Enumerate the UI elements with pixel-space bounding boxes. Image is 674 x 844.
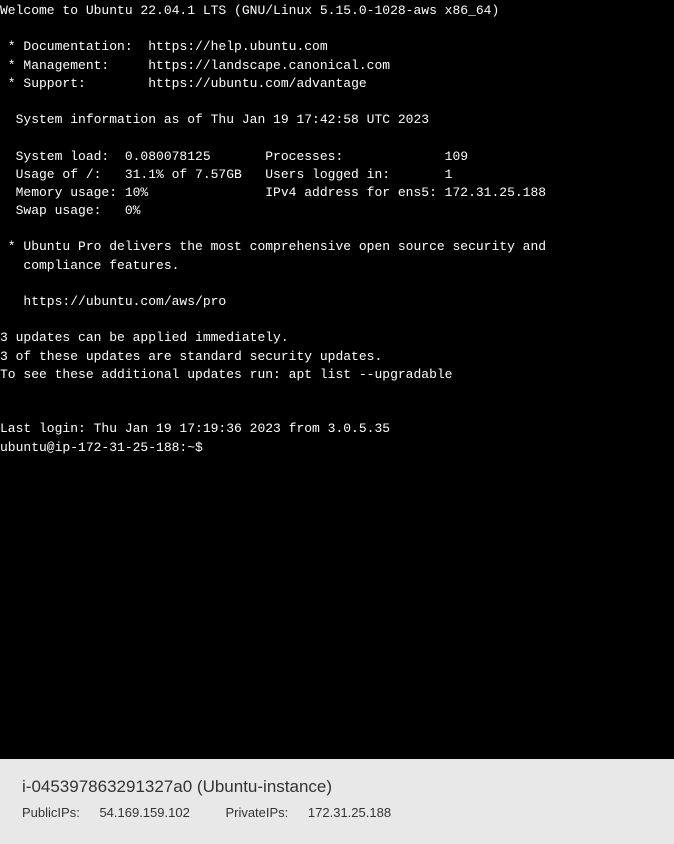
support-link: https://ubuntu.com/advantage xyxy=(148,76,366,91)
updates-2: 3 of these updates are standard security… xyxy=(0,349,382,364)
updates-1: 3 updates can be applied immediately. xyxy=(0,330,289,345)
instance-name: (Ubuntu-instance) xyxy=(197,777,332,796)
last-login: Last login: Thu Jan 19 17:19:36 2023 fro… xyxy=(0,421,390,436)
doc-link: https://help.ubuntu.com xyxy=(148,39,327,54)
pro-url: https://ubuntu.com/aws/pro xyxy=(0,294,226,309)
stat-row-2: Usage of /: 31.1% of 7.57GB Users logged… xyxy=(0,167,452,182)
instance-ips: PublicIPs: 54.169.159.102 PrivateIPs: 17… xyxy=(22,805,652,820)
instance-id: i-045397863291327a0 xyxy=(22,777,192,796)
sysinfo-header: System information as of Thu Jan 19 17:4… xyxy=(0,112,429,127)
mgmt-link: https://landscape.canonical.com xyxy=(148,58,390,73)
pro-msg-2: compliance features. xyxy=(0,258,179,273)
instance-footer: i-045397863291327a0 (Ubuntu-instance) Pu… xyxy=(0,759,674,844)
private-ip-value: 172.31.25.188 xyxy=(308,805,391,820)
shell-prompt[interactable]: ubuntu@ip-172-31-25-188:~$ xyxy=(0,440,211,455)
pro-msg-1: * Ubuntu Pro delivers the most comprehen… xyxy=(0,239,546,254)
doc-label: * Documentation: xyxy=(0,39,148,54)
updates-3: To see these additional updates run: apt… xyxy=(0,367,452,382)
stat-row-3: Memory usage: 10% IPv4 address for ens5:… xyxy=(0,185,546,200)
welcome-line: Welcome to Ubuntu 22.04.1 LTS (GNU/Linux… xyxy=(0,3,499,18)
private-ip-label: PrivateIPs: xyxy=(225,805,288,820)
public-ip-value: 54.169.159.102 xyxy=(99,805,189,820)
terminal-output[interactable]: Welcome to Ubuntu 22.04.1 LTS (GNU/Linux… xyxy=(0,0,674,759)
support-label: * Support: xyxy=(0,76,148,91)
mgmt-label: * Management: xyxy=(0,58,148,73)
public-ip-label: PublicIPs: xyxy=(22,805,80,820)
stat-row-1: System load: 0.080078125 Processes: 109 xyxy=(0,149,468,164)
stat-row-4: Swap usage: 0% xyxy=(0,203,140,218)
instance-title: i-045397863291327a0 (Ubuntu-instance) xyxy=(22,777,652,797)
